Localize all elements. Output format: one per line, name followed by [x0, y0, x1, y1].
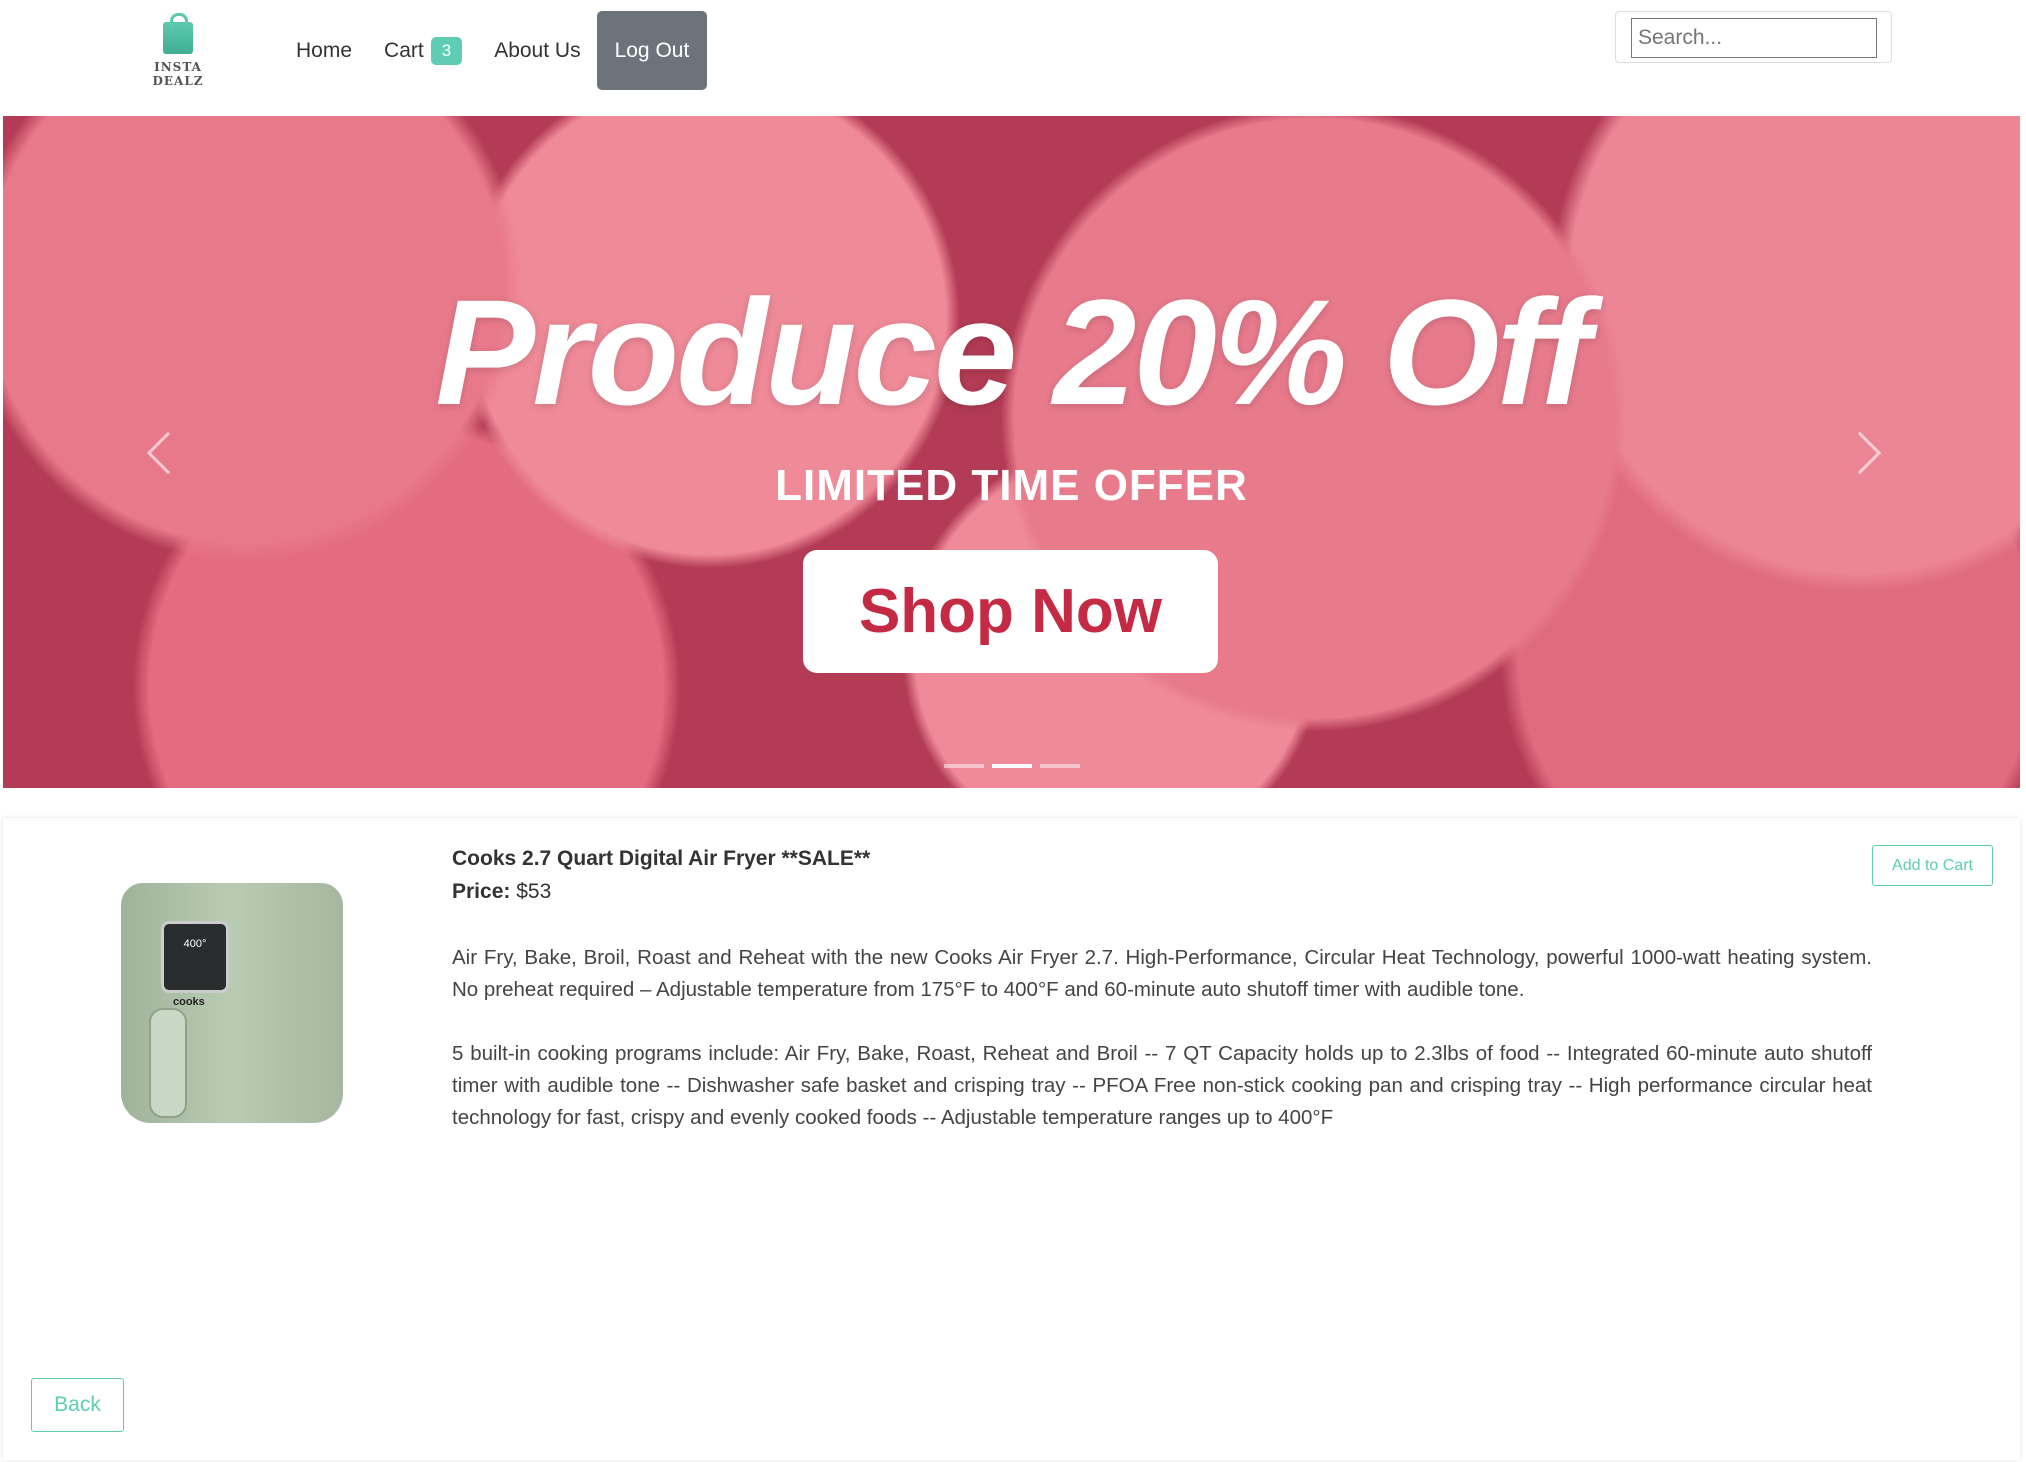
price-value: $53 [516, 880, 552, 903]
carousel-indicator-active[interactable] [992, 764, 1032, 768]
search-input[interactable] [1631, 18, 1877, 58]
fryer-brand: cooks [173, 996, 205, 1008]
banner-subheadline: LIMITED TIME OFFER [775, 461, 1248, 510]
promo-carousel: Produce 20% Off LIMITED TIME OFFER Shop … [3, 116, 2020, 788]
back-button[interactable]: Back [31, 1378, 124, 1432]
product-title: Cooks 2.7 Quart Digital Air Fryer **SALE… [452, 847, 871, 870]
shopping-bag-icon [163, 13, 193, 54]
navbar: INSTA DEALZ Home Cart 3 About Us Log Out [0, 0, 2026, 116]
product-description-2: 5 built-in cooking programs include: Air… [452, 1042, 1872, 1129]
product-description-1: Air Fry, Bake, Broil, Roast and Reheat w… [452, 946, 1872, 1001]
search-form [1615, 11, 1892, 63]
logout-button[interactable]: Log Out [596, 11, 708, 90]
nav-cart[interactable]: Cart 3 [368, 11, 478, 90]
add-to-cart-button[interactable]: Add to Cart [1872, 845, 1993, 886]
product-price: Price: $53 [452, 880, 551, 904]
nav-about[interactable]: About Us [478, 11, 596, 90]
price-label: Price: [452, 880, 511, 903]
carousel-indicators [944, 764, 1080, 768]
cart-count-badge: 3 [430, 36, 463, 65]
fryer-display: 400° [161, 921, 229, 993]
carousel-indicator[interactable] [1040, 764, 1080, 768]
banner-headline: Produce 20% Off [435, 268, 1591, 436]
nav-home[interactable]: Home [280, 11, 368, 90]
air-fryer-image: 400° cooks [121, 883, 343, 1123]
product-image: 400° cooks [113, 863, 353, 1128]
nav-cart-label: Cart [384, 38, 424, 62]
logo-text: INSTA DEALZ [152, 60, 204, 88]
carousel-indicator[interactable] [944, 764, 984, 768]
fryer-handle [149, 1008, 187, 1118]
logo[interactable]: INSTA DEALZ [128, 13, 228, 88]
main-nav: Home Cart 3 About Us Log Out [280, 11, 708, 90]
shop-now-button[interactable]: Shop Now [803, 550, 1218, 673]
